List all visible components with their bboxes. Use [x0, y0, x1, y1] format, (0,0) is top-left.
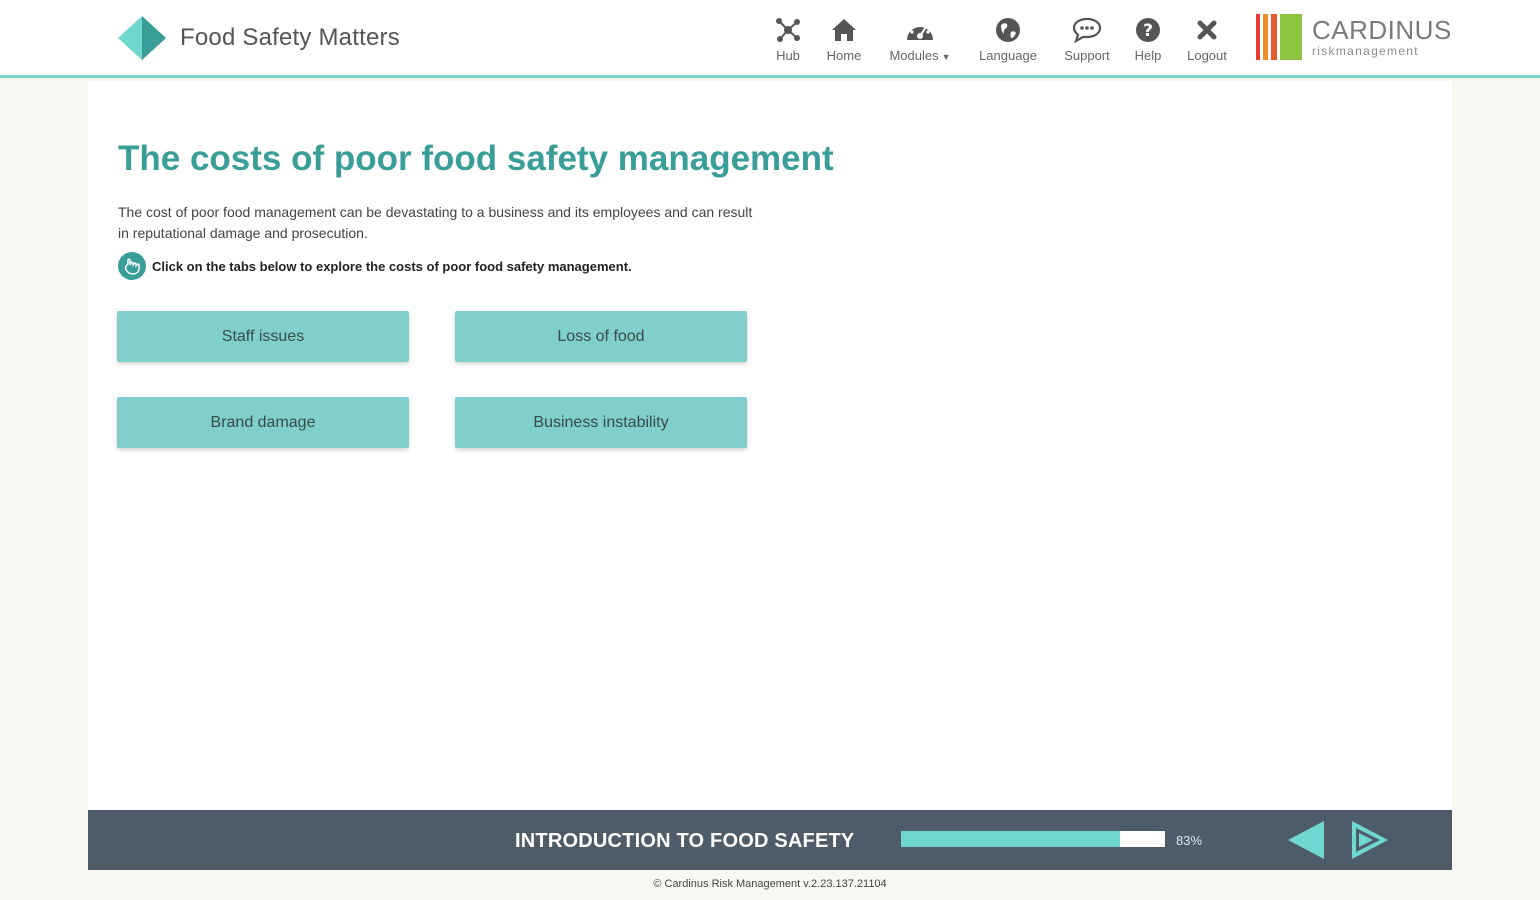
copyright: © Cardinus Risk Management v.2.23.137.21…: [0, 878, 1540, 890]
course-footer-bar: INTRODUCTION TO FOOD SAFETY 83%: [88, 810, 1452, 870]
caret-down-icon: ▼: [941, 52, 951, 62]
tab-staff-issues[interactable]: Staff issues: [117, 311, 409, 362]
cardinus-bars-icon: [1256, 14, 1302, 60]
company-tagline: riskmanagement: [1312, 44, 1419, 58]
brand[interactable]: Food Safety Matters: [118, 16, 400, 60]
top-nav: Hub Home Modules ▼ Language Support ? He…: [760, 16, 1244, 63]
nav-help[interactable]: ? Help: [1126, 16, 1170, 63]
nav-home[interactable]: Home: [816, 16, 872, 63]
globe-icon: [993, 16, 1023, 44]
nav-modules[interactable]: Modules ▼: [872, 16, 968, 63]
nav-label: Support: [1064, 48, 1110, 63]
nav-label: Home: [826, 48, 862, 63]
content-panel: The costs of poor food safety management…: [88, 81, 1452, 810]
tab-loss-of-food[interactable]: Loss of food: [455, 311, 747, 362]
app-title: Food Safety Matters: [180, 24, 400, 51]
chat-icon: [1072, 16, 1102, 44]
progress-fill: [901, 831, 1121, 847]
dashboard-icon: [905, 16, 935, 44]
progress-label: 83%: [1176, 833, 1203, 848]
nav-label: Language: [979, 48, 1037, 63]
nav-language[interactable]: Language: [968, 16, 1048, 63]
top-header: Food Safety Matters Hub Home Modules ▼ L…: [0, 0, 1540, 78]
hand-pointer-icon: [118, 252, 146, 280]
nav-hub[interactable]: Hub: [760, 16, 816, 63]
page-title: The costs of poor food safety management: [118, 139, 834, 178]
nav-logout[interactable]: Logout: [1170, 16, 1244, 63]
diamond-logo-icon: [118, 16, 166, 60]
svg-text:?: ?: [1143, 21, 1153, 41]
progress-bar: [901, 831, 1165, 847]
close-icon: [1192, 16, 1222, 44]
intro-text: The cost of poor food management can be …: [118, 204, 753, 241]
instruction-text: Click on the tabs below to explore the c…: [152, 258, 632, 274]
copyright-icon: ©: [653, 878, 662, 890]
nav-support[interactable]: Support: [1048, 16, 1126, 63]
nav-label: Help: [1134, 48, 1162, 63]
next-arrow-icon[interactable]: [1350, 819, 1390, 861]
nav-label-text: Modules: [889, 48, 939, 63]
cardinus-logo: CARDINUS riskmanagement: [1256, 14, 1452, 60]
course-title: INTRODUCTION TO FOOD SAFETY: [515, 830, 855, 852]
help-icon: ?: [1133, 16, 1163, 44]
nav-label: Modules ▼: [889, 48, 950, 63]
instruction: Click on the tabs below to explore the c…: [118, 252, 632, 280]
nav-label: Logout: [1187, 48, 1227, 63]
copyright-text: Cardinus Risk Management v.2.23.137.2110…: [664, 878, 887, 890]
previous-arrow-icon[interactable]: [1286, 819, 1326, 861]
tab-business-instability[interactable]: Business instability: [455, 397, 747, 448]
nav-label: Hub: [776, 48, 800, 63]
company-name: CARDINUS: [1312, 15, 1452, 45]
hub-icon: [773, 16, 803, 44]
tab-brand-damage[interactable]: Brand damage: [117, 397, 409, 448]
home-icon: [829, 16, 859, 44]
